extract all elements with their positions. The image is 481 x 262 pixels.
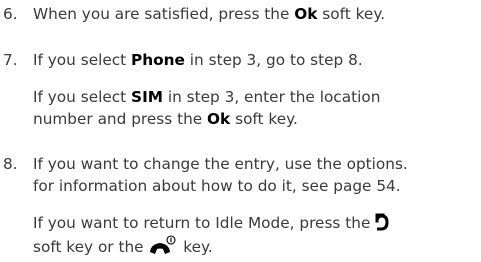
step-7-detail-line-2: number and press the Ok soft key.	[33, 108, 479, 130]
step-text: If you want to return to Idle Mode, pres…	[33, 214, 376, 232]
step-number: 7.	[3, 51, 18, 69]
step-text-before: number and press the	[33, 110, 208, 128]
step-8: 8. If you want to change the entry, use t…	[3, 153, 479, 175]
step-text: soft key or the	[33, 238, 149, 256]
step-text-after: in step 3, enter the location	[162, 88, 381, 106]
step-number: 6.	[3, 5, 18, 23]
step-text-after: soft key.	[230, 110, 298, 128]
softkey-name: Ok	[207, 110, 231, 128]
option-name: SIM	[131, 88, 163, 106]
step-8-line-2: for information about how to do it, see …	[33, 175, 479, 197]
step-8-idle-line-2: soft key or the key.	[33, 234, 479, 262]
step-text: for information about how to do it, see …	[33, 177, 401, 195]
step-text: key.	[178, 238, 213, 256]
step-7-detail-line-1: If you select SIM in step 3, enter the l…	[33, 86, 479, 108]
step-7: 7. If you select Phone in step 3, go to s…	[3, 49, 479, 71]
step-text: If you want to change the entry, use the…	[33, 155, 408, 173]
step-text-after: in step 3, go to step 8.	[184, 51, 363, 69]
end-power-key-icon	[148, 234, 178, 262]
step-text-after: soft key.	[317, 5, 386, 23]
step-text-before: When you are satisfied, press the	[33, 5, 295, 23]
step-number: 8.	[3, 155, 18, 173]
step-text-before: If you select	[33, 88, 132, 106]
step-6: 6. When you are satisfied, press the Ok s…	[3, 3, 479, 25]
step-text-before: If you select	[33, 51, 132, 69]
manual-page: 6. When you are satisfied, press the Ok s…	[0, 0, 481, 262]
option-name: Phone	[131, 51, 185, 69]
softkey-name: Ok	[294, 5, 318, 23]
